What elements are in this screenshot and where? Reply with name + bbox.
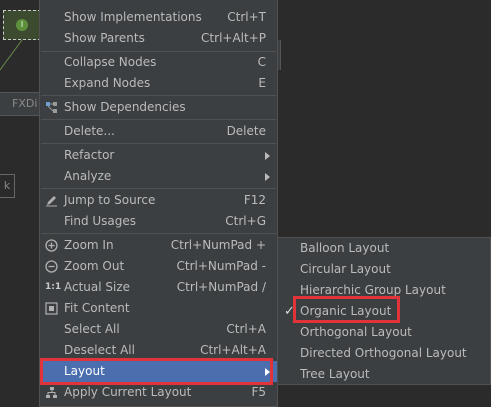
background-button[interactable]: k: [0, 174, 15, 198]
menu-item-label: Layout: [64, 364, 105, 378]
menu-item-label: Show Implementations: [64, 10, 202, 24]
menu-item-show-dependencies[interactable]: Show Dependencies: [40, 97, 277, 118]
background-tab-label: FXDi: [12, 97, 38, 110]
menu-item-zoom-in[interactable]: Zoom In Ctrl+NumPad +: [40, 235, 277, 256]
menu-item-jump-to-source[interactable]: Jump to Source F12: [40, 190, 277, 211]
menu-item-shortcut: C: [257, 55, 266, 69]
menu-item-shortcut: Ctrl+G: [225, 214, 266, 228]
submenu-item-label: Orthogonal Layout: [300, 325, 412, 339]
submenu-item-circular-layout[interactable]: Circular Layout: [278, 259, 490, 280]
actual-size-icon: 1:1: [45, 282, 62, 292]
menu-item-label: Delete...: [64, 124, 115, 138]
submenu-item-hierarchic-group-layout[interactable]: Hierarchic Group Layout: [278, 280, 490, 301]
context-menu: Show Implementations Ctrl+T Show Parents…: [39, 0, 278, 407]
layout-submenu: Balloon Layout Circular Layout Hierarchi…: [277, 237, 491, 385]
submenu-item-orthogonal-layout[interactable]: Orthogonal Layout: [278, 322, 490, 343]
menu-item-label: Fit Content: [64, 301, 130, 315]
submenu-item-label: Circular Layout: [300, 262, 391, 276]
checkmark-icon: ✓: [284, 304, 295, 319]
menu-item-shortcut: F12: [243, 193, 266, 207]
menu-item-layout[interactable]: Layout: [40, 361, 277, 382]
submenu-arrow-icon: [265, 368, 270, 376]
menu-item-deselect-all[interactable]: Deselect All Ctrl+Alt+A: [40, 340, 277, 361]
submenu-item-label: Balloon Layout: [300, 241, 390, 255]
menu-item-actual-size[interactable]: 1:1 Actual Size Ctrl+NumPad /: [40, 277, 277, 298]
apply-layout-icon: [46, 387, 57, 398]
menu-separator: [41, 233, 276, 234]
menu-item-label: Deselect All: [64, 343, 135, 357]
diagram-node[interactable]: I: [3, 10, 41, 40]
menu-item-shortcut: Delete: [226, 124, 266, 138]
submenu-item-label: Organic Layout: [300, 304, 392, 318]
menu-item-expand-nodes[interactable]: Expand Nodes E: [40, 73, 277, 94]
submenu-item-directed-orthogonal-layout[interactable]: Directed Orthogonal Layout: [278, 343, 490, 364]
menu-item-label: Select All: [64, 322, 120, 336]
menu-item-label: Jump to Source: [64, 193, 156, 207]
submenu-item-label: Directed Orthogonal Layout: [300, 346, 467, 360]
submenu-arrow-icon: [265, 173, 270, 181]
menu-item-analyze[interactable]: Analyze: [40, 166, 277, 187]
menu-item-fit-content[interactable]: Fit Content: [40, 298, 277, 319]
edit-pencil-icon: [46, 196, 57, 207]
menu-item-shortcut: Ctrl+Alt+A: [200, 343, 266, 357]
diagram-edge: [0, 40, 23, 71]
interface-node-icon: I: [16, 19, 28, 31]
menu-item-label: Show Parents: [64, 31, 145, 45]
submenu-item-label: Hierarchic Group Layout: [300, 283, 446, 297]
menu-item-refactor[interactable]: Refactor: [40, 145, 277, 166]
menu-item-select-all[interactable]: Select All Ctrl+A: [40, 319, 277, 340]
submenu-item-tree-layout[interactable]: Tree Layout: [278, 364, 490, 385]
menu-separator: [41, 143, 276, 144]
menu-item-shortcut: Ctrl+Alt+P: [201, 31, 266, 45]
menu-item-show-parents[interactable]: Show Parents Ctrl+Alt+P: [40, 28, 277, 49]
menu-item-label: Actual Size: [64, 280, 131, 294]
menu-item-collapse-nodes[interactable]: Collapse Nodes C: [40, 52, 277, 73]
menu-item-label: Expand Nodes: [64, 76, 151, 90]
menu-item-label: Zoom In: [64, 238, 114, 252]
menu-item-shortcut: Ctrl+NumPad /: [176, 280, 266, 294]
submenu-item-organic-layout[interactable]: ✓ Organic Layout: [278, 301, 490, 322]
menu-separator: [41, 119, 276, 120]
menu-item-label: Zoom Out: [64, 259, 125, 273]
submenu-item-label: Tree Layout: [300, 367, 370, 381]
menu-item-label: Analyze: [64, 169, 112, 183]
menu-separator: [41, 188, 276, 189]
menu-item-label: Find Usages: [64, 214, 137, 228]
zoom-in-icon: [45, 239, 58, 252]
background-canvas-right: [277, 0, 491, 238]
dependencies-icon: [46, 102, 57, 113]
menu-item-delete[interactable]: Delete... Delete: [40, 121, 277, 142]
submenu-arrow-icon: [265, 152, 270, 160]
background-button-label: k: [3, 179, 11, 192]
zoom-out-icon: [45, 260, 58, 273]
menu-item-shortcut: Ctrl+A: [226, 322, 266, 336]
menu-item-shortcut: Ctrl+NumPad -: [176, 259, 267, 273]
menu-item-shortcut: Ctrl+T: [227, 10, 266, 24]
menu-item-shortcut: F5: [251, 385, 266, 399]
menu-item-shortcut: E: [258, 76, 266, 90]
submenu-item-balloon-layout[interactable]: Balloon Layout: [278, 238, 490, 259]
menu-separator: [41, 95, 276, 96]
menu-item-shortcut: Ctrl+NumPad +: [170, 238, 266, 252]
menu-item-find-usages[interactable]: Find Usages Ctrl+G: [40, 211, 277, 232]
menu-item-zoom-out[interactable]: Zoom Out Ctrl+NumPad -: [40, 256, 277, 277]
background-tab[interactable]: FXDi: [0, 92, 40, 116]
menu-item-label: Show Dependencies: [64, 100, 186, 114]
menu-item-apply-current-layout[interactable]: Apply Current Layout F5: [40, 382, 277, 403]
menu-item-label: Collapse Nodes: [64, 55, 157, 69]
menu-item-label: Apply Current Layout: [64, 385, 192, 399]
menu-item-show-implementations[interactable]: Show Implementations Ctrl+T: [40, 7, 277, 28]
fit-content-icon: [45, 302, 58, 315]
menu-item-label: Refactor: [64, 148, 115, 162]
